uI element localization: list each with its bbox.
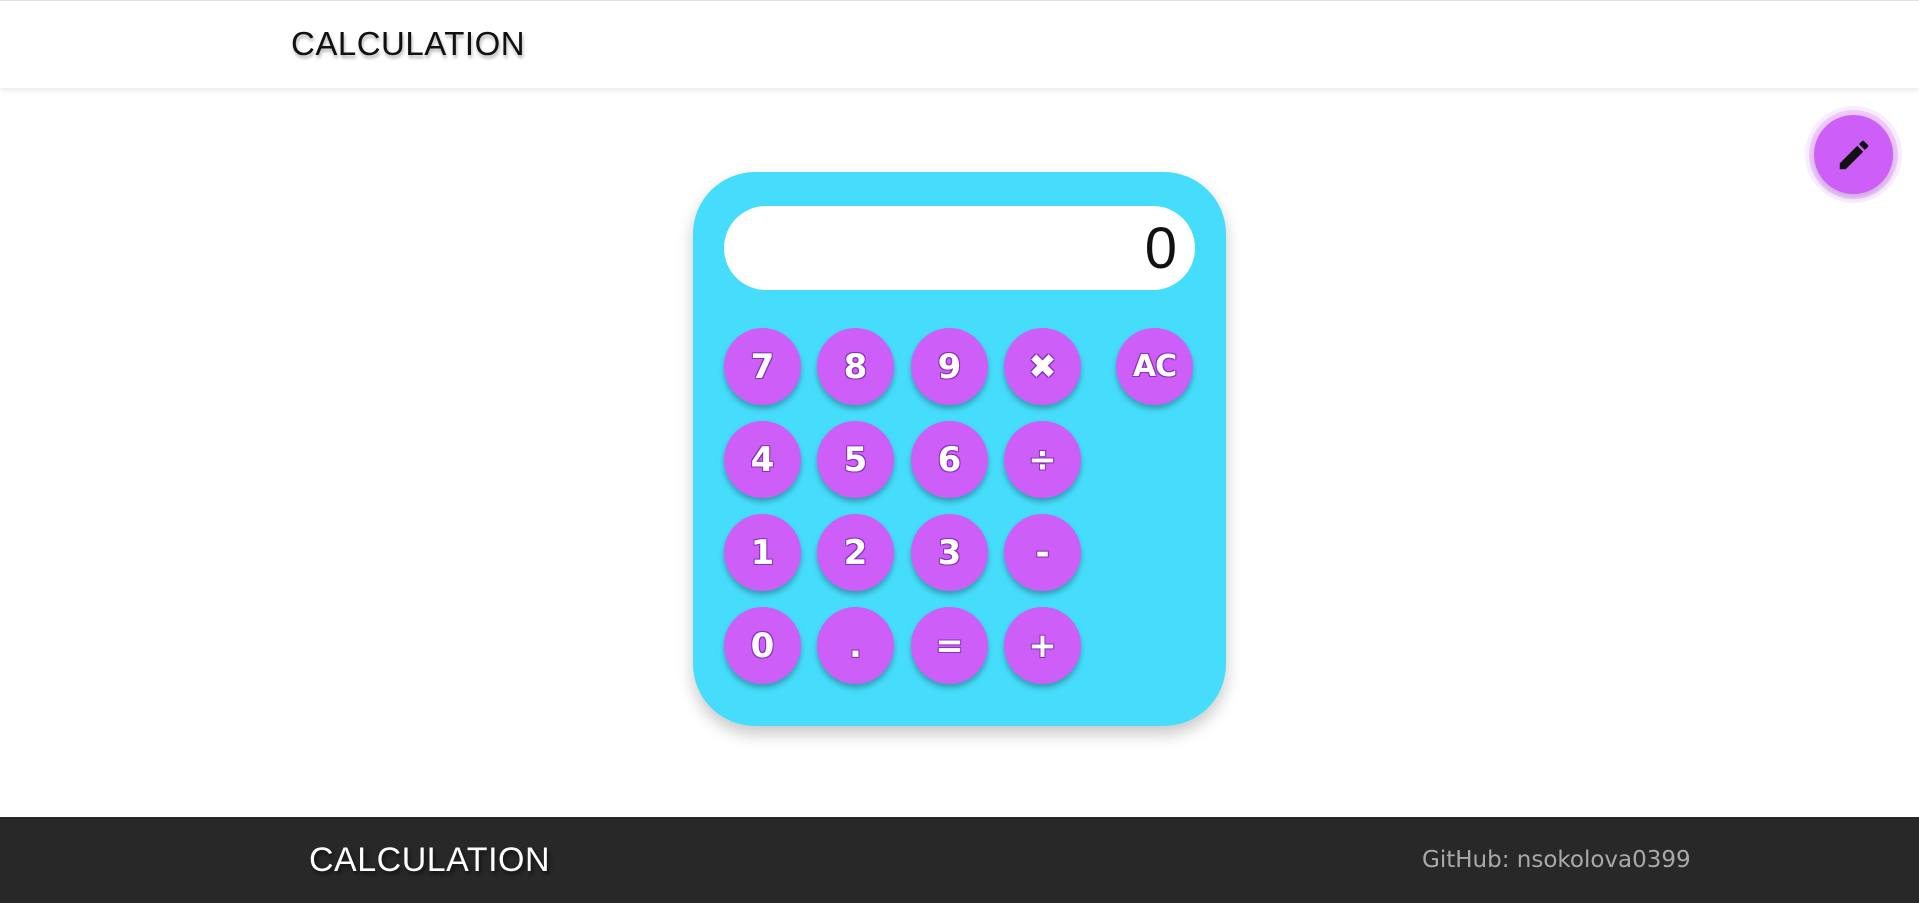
- footer-title: CALCULATION: [309, 841, 551, 879]
- key-3[interactable]: 3: [911, 514, 988, 591]
- key-1[interactable]: 1: [724, 514, 801, 591]
- calculator-display: 0: [724, 206, 1195, 290]
- key-equals[interactable]: =: [911, 607, 988, 684]
- page-footer: CALCULATION GitHub: nsokolova0399: [0, 817, 1919, 903]
- key-0[interactable]: 0: [724, 607, 801, 684]
- key-all-clear[interactable]: AC: [1116, 328, 1193, 405]
- key-7[interactable]: 7: [724, 328, 801, 405]
- key-2[interactable]: 2: [817, 514, 894, 591]
- key-4[interactable]: 4: [724, 421, 801, 498]
- calculator: 0 7 8 9 ✖ AC 4 5 6 ÷ 1 2 3 - 0 . = +: [693, 172, 1226, 726]
- github-link[interactable]: GitHub: nsokolova0399: [1422, 847, 1691, 873]
- key-6[interactable]: 6: [911, 421, 988, 498]
- key-subtract[interactable]: -: [1004, 514, 1081, 591]
- top-header: CALCULATION: [0, 0, 1919, 88]
- display-value: 0: [1144, 215, 1177, 281]
- key-5[interactable]: 5: [817, 421, 894, 498]
- key-9[interactable]: 9: [911, 328, 988, 405]
- key-multiply[interactable]: ✖: [1004, 328, 1081, 405]
- key-divide[interactable]: ÷: [1004, 421, 1081, 498]
- key-8[interactable]: 8: [817, 328, 894, 405]
- key-decimal[interactable]: .: [817, 607, 894, 684]
- pencil-icon: [1839, 140, 1868, 169]
- edit-fab-button[interactable]: [1814, 115, 1893, 194]
- header-title: CALCULATION: [291, 25, 526, 62]
- key-add[interactable]: +: [1004, 607, 1081, 684]
